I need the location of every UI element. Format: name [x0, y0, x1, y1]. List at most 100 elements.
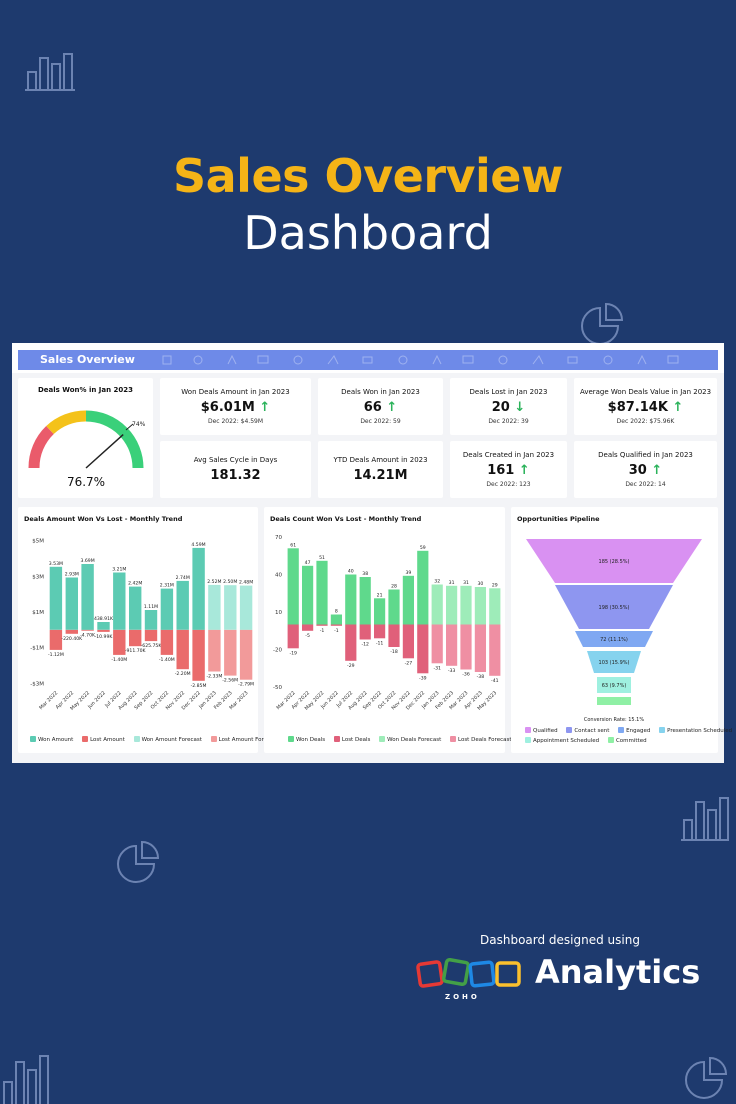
bar	[97, 622, 110, 630]
bar	[489, 588, 501, 625]
data-label: 38	[362, 571, 368, 577]
data-label: -625.75K	[141, 643, 163, 649]
kpi-value: 30 ↑	[628, 463, 663, 478]
bar	[446, 624, 458, 666]
kpi-value: 20 ↓	[491, 400, 526, 415]
bar	[316, 560, 328, 625]
bar	[330, 624, 342, 626]
data-label: 2.48M	[239, 580, 253, 586]
funnel-label: 103 (15.9%)	[599, 660, 630, 666]
kpi-title: Avg Sales Cycle in Days	[193, 456, 278, 464]
data-label: -1.40M	[159, 657, 175, 663]
data-label: -33	[448, 668, 456, 674]
chart-title: Deals Count Won Vs Lost - Monthly Trend	[270, 515, 422, 523]
gauge-needle	[85, 434, 124, 469]
data-label: -36	[462, 672, 470, 678]
kpi-title: YTD Deals Amount in 2023	[333, 456, 428, 464]
data-label: 47	[305, 560, 311, 566]
bar	[81, 564, 94, 630]
kpi-value: $6.01M ↑	[200, 400, 271, 415]
data-label: -1	[334, 628, 339, 634]
y-tick-label: 10	[275, 610, 282, 616]
kpi-title: Average Won Deals Value in Jan 2023	[579, 388, 712, 396]
bar	[129, 629, 142, 647]
kpi-deals-won[interactable]: Deals Won in Jan 2023 66 ↑ Dec 2022: 59	[318, 378, 443, 435]
bar	[65, 629, 78, 634]
bar	[113, 572, 126, 630]
data-label: -19	[289, 650, 297, 656]
gauge-card[interactable]: Deals Won% in Jan 2023 74% 76.7%	[18, 378, 153, 498]
pipeline-card[interactable]: Opportunities Pipeline 185 (28.5%) 198 (3…	[511, 507, 732, 753]
data-label: 40	[348, 569, 354, 575]
gauge-chart: 74% 76.7%	[28, 410, 146, 489]
header-pattern-icon	[162, 354, 679, 365]
bar	[49, 566, 63, 630]
bar	[287, 624, 299, 649]
kpi-deals-lost[interactable]: Deals Lost in Jan 2023 20 ↓ Dec 2022: 39	[450, 378, 567, 435]
kpi-won-amount[interactable]: Won Deals Amount in Jan 2023 $6.01M ↑ De…	[160, 378, 311, 435]
pie-chart-icon	[685, 1056, 728, 1099]
data-label: 3.53M	[49, 561, 63, 567]
count-chart: 70 40 10 -20 -50 61 47 51 8 40 38 21 28 39 59 -19 -5 -1 -1…	[273, 535, 501, 712]
data-label: -39	[419, 675, 427, 681]
kpi-title: Deals Qualified in Jan 2023	[598, 451, 693, 459]
dashboard-body: Deals Won% in Jan 2023 74% 76.7% Won Dea…	[12, 373, 732, 763]
bar	[345, 624, 357, 661]
kpi-value: 161 ↑	[487, 463, 530, 478]
arrow-up-icon: ↑	[651, 463, 663, 478]
bar	[359, 624, 371, 640]
kpi-title: Deals Lost in Jan 2023	[469, 388, 548, 396]
data-label: 3.21M	[112, 567, 126, 573]
arrow-up-icon: ↑	[386, 400, 398, 415]
data-label: 1.11M	[144, 604, 158, 610]
count-chart-card[interactable]: Deals Count Won Vs Lost - Monthly Trend …	[264, 507, 512, 753]
kpi-title: Deals Won in Jan 2023	[341, 388, 420, 396]
dashboard-panel: Sales Overview Deals Won% in Jan 2023 74…	[12, 343, 732, 763]
data-label: -18	[390, 649, 398, 655]
data-label: 30	[477, 581, 483, 587]
data-label: 51	[319, 555, 325, 561]
data-label: 31	[449, 580, 455, 586]
kpi-value: 66 ↑	[363, 400, 398, 415]
chart-title: Deals Amount Won Vs Lost - Monthly Trend	[24, 515, 183, 523]
bar	[129, 586, 142, 630]
pie-chart-icon	[117, 840, 160, 883]
kpi-deals-created[interactable]: Deals Created in Jan 2023 161 ↑ Dec 2022…	[450, 441, 567, 498]
bar	[97, 629, 110, 632]
kpi-avg-cycle[interactable]: Avg Sales Cycle in Days 181.32	[160, 441, 311, 498]
kpi-deals-qualified[interactable]: Deals Qualified in Jan 2023 30 ↑ Dec 202…	[574, 441, 717, 498]
y-tick-label: -50	[273, 685, 282, 691]
count-legend: Won Deals Lost Deals Won Deals Forecast …	[288, 736, 519, 743]
data-label: -2.33M	[206, 674, 222, 680]
bar	[402, 624, 414, 659]
bar	[49, 629, 63, 650]
funnel-label: 185 (28.5%)	[599, 559, 630, 565]
data-label: -1.12M	[48, 652, 64, 658]
gauge-title: Deals Won% in Jan 2023	[37, 386, 134, 394]
pipeline-funnel: 185 (28.5%) 198 (30.5%) 72 (11.1%) 103 (15.…	[526, 539, 702, 723]
data-label: -11	[376, 640, 384, 646]
data-label: 8	[335, 609, 338, 615]
funnel-label: 72 (11.1%)	[600, 637, 628, 643]
bar	[417, 550, 429, 625]
bar	[239, 629, 253, 680]
data-label: -29	[347, 663, 355, 669]
bar	[388, 624, 400, 647]
data-label: 2.50M	[223, 579, 237, 585]
bar-chart-icon	[25, 53, 75, 91]
funnel-label: 63 (9.7%)	[602, 683, 627, 689]
kpi-ytd-amount[interactable]: YTD Deals Amount in 2023 14.21M	[318, 441, 443, 498]
pie-chart-icon	[581, 302, 624, 345]
amount-chart-card[interactable]: Deals Amount Won Vs Lost - Monthly Trend…	[18, 507, 278, 753]
bar-chart-icon	[681, 797, 729, 841]
kpi-title: Won Deals Amount in Jan 2023	[181, 388, 290, 396]
gauge-target-label: 74%	[132, 421, 146, 428]
bar	[316, 624, 328, 626]
arrow-up-icon: ↑	[672, 400, 684, 415]
y-tick-label: $1M	[32, 610, 44, 616]
amount-legend: Won Amount Lost Amount Won Amount Foreca…	[30, 736, 285, 743]
zoho-logo-icon	[416, 957, 521, 988]
kpi-avg-won-value[interactable]: Average Won Deals Value in Jan 2023 $87.…	[574, 378, 717, 435]
footer-note: Dashboard designed using	[480, 933, 640, 947]
bar	[287, 548, 299, 625]
